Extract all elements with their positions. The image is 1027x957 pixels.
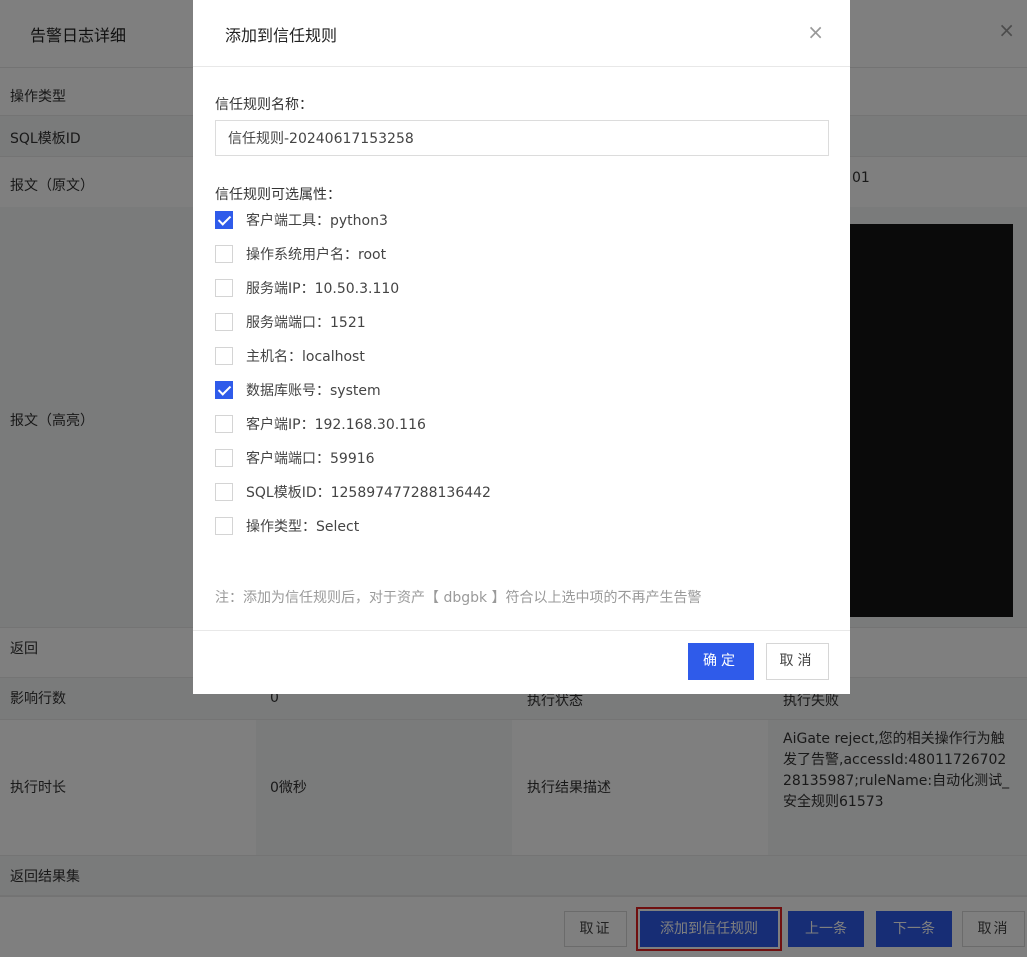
option-label: 主机名：localhost bbox=[246, 349, 365, 365]
checkbox[interactable] bbox=[215, 517, 233, 535]
option-server-ip[interactable]: 服务端IP：10.50.3.110 bbox=[215, 277, 399, 299]
rule-name-input[interactable] bbox=[215, 120, 829, 156]
close-icon[interactable]: × bbox=[807, 22, 824, 42]
option-op-type[interactable]: 操作类型：Select bbox=[215, 515, 359, 537]
checkbox[interactable] bbox=[215, 483, 233, 501]
checkbox[interactable] bbox=[215, 449, 233, 467]
add-trust-rule-dialog: 添加到信任规则 × 信任规则名称： 信任规则可选属性： 客户端工具：python… bbox=[193, 0, 850, 694]
dialog-header: 添加到信任规则 × bbox=[193, 0, 850, 67]
dialog-title: 添加到信任规则 bbox=[225, 26, 338, 45]
option-db-account[interactable]: 数据库账号：system bbox=[215, 379, 381, 401]
option-label: 客户端工具：python3 bbox=[246, 213, 388, 229]
option-client-port[interactable]: 客户端端口：59916 bbox=[215, 447, 375, 469]
option-label: 服务端端口：1521 bbox=[246, 315, 366, 331]
option-client-tool[interactable]: 客户端工具：python3 bbox=[215, 209, 388, 231]
dialog-note: 注：添加为信任规则后，对于资产【 dbgbk 】符合以上选中项的不再产生告警 bbox=[215, 590, 702, 606]
checkbox[interactable] bbox=[215, 245, 233, 263]
checkbox[interactable] bbox=[215, 415, 233, 433]
checkbox[interactable] bbox=[215, 313, 233, 331]
checkbox[interactable] bbox=[215, 347, 233, 365]
option-label: 客户端IP：192.168.30.116 bbox=[246, 417, 426, 433]
option-client-ip[interactable]: 客户端IP：192.168.30.116 bbox=[215, 413, 426, 435]
option-label: 操作类型：Select bbox=[246, 519, 360, 535]
option-os-user[interactable]: 操作系统用户名：root bbox=[215, 243, 386, 265]
option-label: 服务端IP：10.50.3.110 bbox=[246, 281, 400, 297]
rule-attrs-label: 信任规则可选属性： bbox=[215, 187, 341, 203]
checkbox[interactable] bbox=[215, 279, 233, 297]
option-label: 操作系统用户名：root bbox=[246, 247, 387, 263]
option-sql-template-id[interactable]: SQL模板ID：125897477288136442 bbox=[215, 481, 491, 503]
option-label: SQL模板ID：125897477288136442 bbox=[246, 485, 491, 501]
cancel-button[interactable]: 取消 bbox=[766, 643, 829, 680]
checkbox[interactable] bbox=[215, 211, 233, 229]
confirm-button[interactable]: 确定 bbox=[688, 643, 754, 680]
option-label: 客户端端口：59916 bbox=[246, 451, 375, 467]
option-hostname[interactable]: 主机名：localhost bbox=[215, 345, 365, 367]
option-server-port[interactable]: 服务端端口：1521 bbox=[215, 311, 366, 333]
rule-name-label: 信任规则名称： bbox=[215, 97, 313, 113]
option-label: 数据库账号：system bbox=[246, 383, 381, 399]
checkbox[interactable] bbox=[215, 381, 233, 399]
